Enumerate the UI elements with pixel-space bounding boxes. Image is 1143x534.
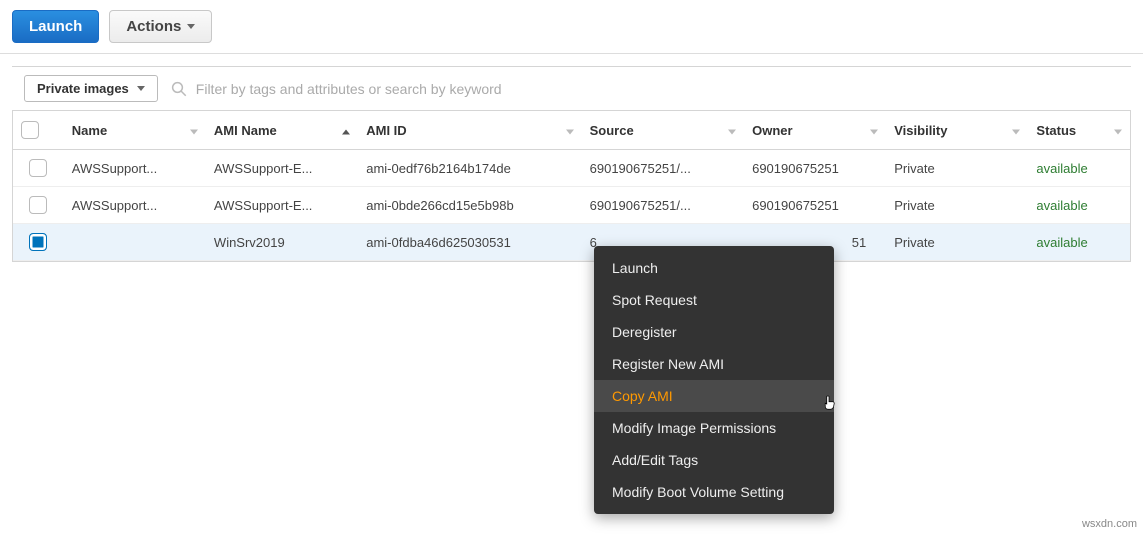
cell-status: available	[1028, 150, 1130, 187]
cell-owner: 690190675251	[744, 150, 886, 187]
cell-ami-name: AWSSupport-E...	[206, 150, 358, 187]
filter-scope-label: Private images	[37, 81, 129, 96]
context-menu-item[interactable]: Modify Boot Volume Setting	[594, 476, 834, 508]
column-name[interactable]: Name	[64, 111, 206, 150]
sort-icon	[566, 130, 574, 135]
cell-visibility: Private	[886, 187, 1028, 224]
column-visibility[interactable]: Visibility	[886, 111, 1028, 150]
search-icon	[170, 80, 188, 98]
ami-table: Name AMI Name AMI ID Source Owner Visibi…	[13, 111, 1130, 261]
cell-status: available	[1028, 187, 1130, 224]
cell-ami-id: ami-0edf76b2164b174de	[358, 150, 581, 187]
sort-asc-icon	[342, 130, 350, 135]
toolbar: Launch Actions	[0, 0, 1143, 54]
sort-icon	[1012, 130, 1020, 135]
sort-icon	[1114, 130, 1122, 135]
cell-source: 690190675251/...	[582, 150, 744, 187]
cell-ami-name: WinSrv2019	[206, 224, 358, 261]
table-header-row: Name AMI Name AMI ID Source Owner Visibi…	[13, 111, 1130, 150]
cell-name: AWSSupport...	[64, 150, 206, 187]
context-menu-item[interactable]: Deregister	[594, 316, 834, 348]
sort-icon	[870, 130, 878, 135]
column-checkbox[interactable]	[13, 111, 64, 150]
context-menu-item[interactable]: Launch	[594, 252, 834, 284]
chevron-down-icon	[187, 24, 195, 29]
search-input[interactable]	[196, 81, 1119, 97]
context-menu-item[interactable]: Modify Image Permissions	[594, 412, 834, 444]
search-wrap	[170, 80, 1119, 98]
row-checkbox[interactable]	[29, 159, 47, 177]
context-menu-item[interactable]: Add/Edit Tags	[594, 444, 834, 476]
row-checkbox[interactable]	[29, 233, 47, 251]
cell-ami-id: ami-0bde266cd15e5b98b	[358, 187, 581, 224]
filter-scope-dropdown[interactable]: Private images	[24, 75, 158, 102]
watermark: wsxdn.com	[1082, 518, 1137, 530]
context-menu-item[interactable]: Copy AMI	[594, 380, 834, 412]
context-menu[interactable]: LaunchSpot RequestDeregisterRegister New…	[594, 246, 834, 514]
column-status[interactable]: Status	[1028, 111, 1130, 150]
context-menu-item[interactable]: Spot Request	[594, 284, 834, 316]
table-row[interactable]: WinSrv2019 ami-0fdba46d625030531 6 51 Pr…	[13, 224, 1130, 261]
cell-visibility: Private	[886, 150, 1028, 187]
cell-source: 690190675251/...	[582, 187, 744, 224]
ami-table-wrap: Name AMI Name AMI ID Source Owner Visibi…	[12, 111, 1131, 262]
cell-owner: 690190675251	[744, 187, 886, 224]
context-menu-item[interactable]: Register New AMI	[594, 348, 834, 380]
cell-ami-name: AWSSupport-E...	[206, 187, 358, 224]
cell-ami-id: ami-0fdba46d625030531	[358, 224, 581, 261]
row-checkbox[interactable]	[29, 196, 47, 214]
launch-button[interactable]: Launch	[12, 10, 99, 43]
chevron-down-icon	[137, 86, 145, 91]
column-ami-id[interactable]: AMI ID	[358, 111, 581, 150]
table-row[interactable]: AWSSupport... AWSSupport-E... ami-0edf76…	[13, 150, 1130, 187]
sort-icon	[190, 130, 198, 135]
column-source[interactable]: Source	[582, 111, 744, 150]
actions-button[interactable]: Actions	[109, 10, 212, 43]
cell-status: available	[1028, 224, 1130, 261]
column-ami-name[interactable]: AMI Name	[206, 111, 358, 150]
column-owner[interactable]: Owner	[744, 111, 886, 150]
actions-label: Actions	[126, 18, 181, 35]
cell-visibility: Private	[886, 224, 1028, 261]
cell-name	[64, 224, 206, 261]
select-all-checkbox[interactable]	[21, 121, 39, 139]
table-row[interactable]: AWSSupport... AWSSupport-E... ami-0bde26…	[13, 187, 1130, 224]
cell-name: AWSSupport...	[64, 187, 206, 224]
sort-icon	[728, 130, 736, 135]
filter-bar: Private images	[12, 66, 1131, 111]
